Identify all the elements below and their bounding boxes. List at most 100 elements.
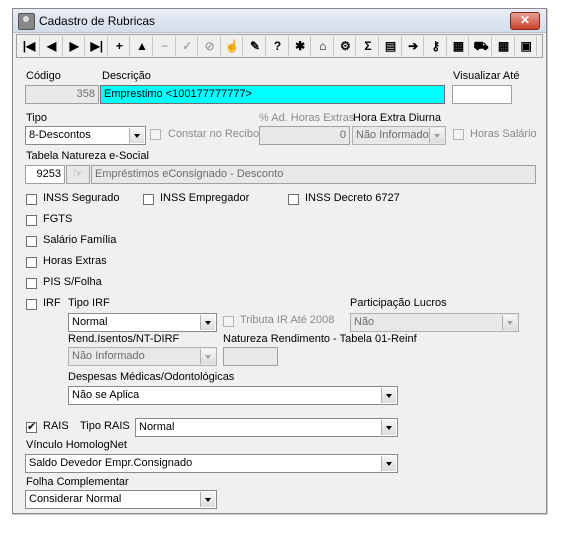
key-icon[interactable]: ⚷	[426, 36, 447, 56]
edit-icon[interactable]: ✎	[245, 36, 266, 56]
pis-label: PIS S/Folha	[43, 276, 102, 288]
natureza-code-field[interactable]: 9253	[25, 165, 65, 184]
tipo-irf-select[interactable]: Normal	[68, 313, 217, 332]
constar-recibo-checkbox[interactable]	[150, 129, 161, 140]
tipo-rais-select[interactable]: Normal	[135, 418, 398, 437]
natureza-desc-field: Empréstimos eConsignado - Desconto	[91, 165, 536, 184]
post-icon[interactable]: ✓	[177, 36, 199, 56]
window-title: Cadastro de Rubricas	[39, 14, 156, 28]
wizard-icon[interactable]: ⚙	[335, 36, 357, 56]
vinculo-select[interactable]: Saldo Devedor Empr.Consignado	[25, 454, 398, 473]
export-icon[interactable]: ➔	[403, 36, 425, 56]
codigo-field[interactable]: 358	[25, 85, 99, 104]
inss-empregador-checkbox[interactable]	[143, 194, 154, 205]
tipo-label: Tipo	[26, 112, 47, 124]
qr-icon[interactable]: ▦	[448, 36, 470, 56]
participacao-select[interactable]: Não	[350, 313, 519, 332]
inss-segurado-label: INSS Segurado	[43, 192, 120, 204]
chevron-down-icon[interactable]	[381, 420, 396, 435]
irf-checkbox[interactable]	[26, 299, 37, 310]
document-icon[interactable]: ▤	[381, 36, 402, 56]
last-icon[interactable]: ▶|	[87, 36, 108, 56]
ad-horas-field[interactable]: 0	[259, 126, 350, 145]
insert-icon[interactable]: +	[109, 36, 131, 56]
visualizar-label: Visualizar Até	[453, 70, 520, 82]
inss-decreto-checkbox[interactable]	[288, 194, 299, 205]
exit-icon[interactable]: ▣	[516, 36, 538, 56]
truck-icon[interactable]: ⛟	[471, 36, 492, 56]
folha-value: Considerar Normal	[29, 493, 122, 505]
lookup-icon[interactable]: ☞	[66, 165, 90, 184]
despesas-select[interactable]: Não se Aplica	[68, 386, 398, 405]
horas-extras-checkbox[interactable]	[26, 257, 37, 268]
chevron-down-icon[interactable]	[502, 315, 517, 330]
rais-checkbox[interactable]	[26, 420, 37, 433]
inss-empregador-label: INSS Empregador	[160, 192, 250, 204]
horas-salario-checkbox[interactable]	[453, 129, 464, 140]
tipo-select[interactable]: 8-Descontos	[25, 126, 146, 145]
chart-icon[interactable]: ⌂	[313, 36, 334, 56]
chevron-down-icon[interactable]	[200, 349, 215, 364]
horas-extras-label: Horas Extras	[43, 255, 107, 267]
tipo-irf-label: Tipo IRF	[68, 297, 110, 309]
irf-label: IRF	[43, 297, 61, 309]
visualizar-field[interactable]	[452, 85, 512, 104]
prev-icon[interactable]: ◀	[42, 36, 63, 56]
toolbar: |◀ ◀ ▶ ▶| + ▲ − ✓ ⊘ ☝ ✎? ✱ ⌂ ⚙ Σ ▤ ➔ ⚷ ▦ ⛟ ▦ ▣	[16, 34, 543, 58]
app-icon	[18, 13, 35, 30]
participacao-label: Participação Lucros	[350, 297, 447, 309]
tributa-ir-checkbox[interactable]	[223, 316, 234, 327]
salario-familia-checkbox[interactable]	[26, 236, 37, 247]
chevron-down-icon[interactable]	[381, 388, 396, 403]
rend-value: Não Informado	[72, 350, 145, 362]
first-icon[interactable]: |◀	[19, 36, 40, 56]
up-icon[interactable]: ▲	[132, 36, 153, 56]
chevron-down-icon[interactable]	[129, 128, 144, 143]
inss-segurado-checkbox[interactable]	[26, 194, 37, 205]
tipo-irf-value: Normal	[72, 316, 108, 328]
title-bar[interactable]: Cadastro de Rubricas ✕	[13, 9, 546, 33]
tools-icon[interactable]: ✱	[290, 36, 312, 56]
folha-label: Folha Complementar	[26, 476, 129, 488]
descricao-field[interactable]: Emprestimo <100177777777>	[100, 85, 445, 104]
natureza-rend-label: Natureza Rendimento - Tabela 01-Reinf	[223, 333, 417, 345]
tipo-rais-value: Normal	[139, 421, 175, 433]
delete-icon[interactable]: −	[155, 36, 176, 56]
natureza-label: Tabela Natureza e-Social	[26, 150, 149, 162]
chevron-down-icon[interactable]	[200, 492, 215, 507]
hora-diurna-select[interactable]: Não Informado	[352, 126, 446, 145]
hora-diurna-value: Não Informado	[356, 129, 429, 141]
vinculo-label: Vínculo HomologNet	[26, 439, 127, 451]
next-icon[interactable]: ▶	[64, 36, 86, 56]
rend-select[interactable]: Não Informado	[68, 347, 217, 366]
participacao-value: Não	[354, 316, 375, 328]
codigo-label: Código	[26, 70, 61, 82]
salario-familia-label: Salário Família	[43, 234, 117, 246]
hand-icon[interactable]: ☝	[222, 36, 244, 56]
rais-label: RAIS	[43, 420, 69, 432]
constar-recibo-label: Constar no Recibo	[168, 128, 260, 140]
window: Cadastro de Rubricas ✕ |◀ ◀ ▶ ▶| + ▲ − ✓ ⊘ ☝ ✎? ✱ ⌂ ⚙…	[12, 8, 547, 514]
cancel-icon[interactable]: ⊘	[200, 36, 221, 56]
calendar-icon[interactable]: ▦	[494, 36, 515, 56]
fgts-checkbox[interactable]	[26, 215, 37, 226]
natureza-rend-field[interactable]	[223, 347, 278, 366]
chevron-down-icon[interactable]	[429, 128, 444, 143]
tipo-value: 8-Descontos	[29, 129, 91, 141]
hora-diurna-label: Hora Extra Diurna	[353, 112, 442, 124]
folha-select[interactable]: Considerar Normal	[25, 490, 217, 509]
help-icon[interactable]: ?	[268, 36, 289, 56]
chevron-down-icon[interactable]	[381, 456, 396, 471]
pis-checkbox[interactable]	[26, 278, 37, 289]
close-button[interactable]: ✕	[510, 12, 540, 30]
despesas-value: Não se Aplica	[72, 389, 140, 401]
horas-salario-label: Horas Salário	[470, 128, 537, 140]
rend-label: Rend.Isentos/NT-DIRF	[68, 333, 180, 345]
vinculo-value: Saldo Devedor Empr.Consignado	[29, 457, 193, 469]
tipo-rais-label: Tipo RAIS	[80, 420, 130, 432]
tributa-ir-label: Tributa IR Até 2008	[240, 314, 335, 326]
descricao-label: Descrição	[102, 70, 151, 82]
sum-icon[interactable]: Σ	[358, 36, 379, 56]
fgts-label: FGTS	[43, 213, 73, 225]
chevron-down-icon[interactable]	[200, 315, 215, 330]
